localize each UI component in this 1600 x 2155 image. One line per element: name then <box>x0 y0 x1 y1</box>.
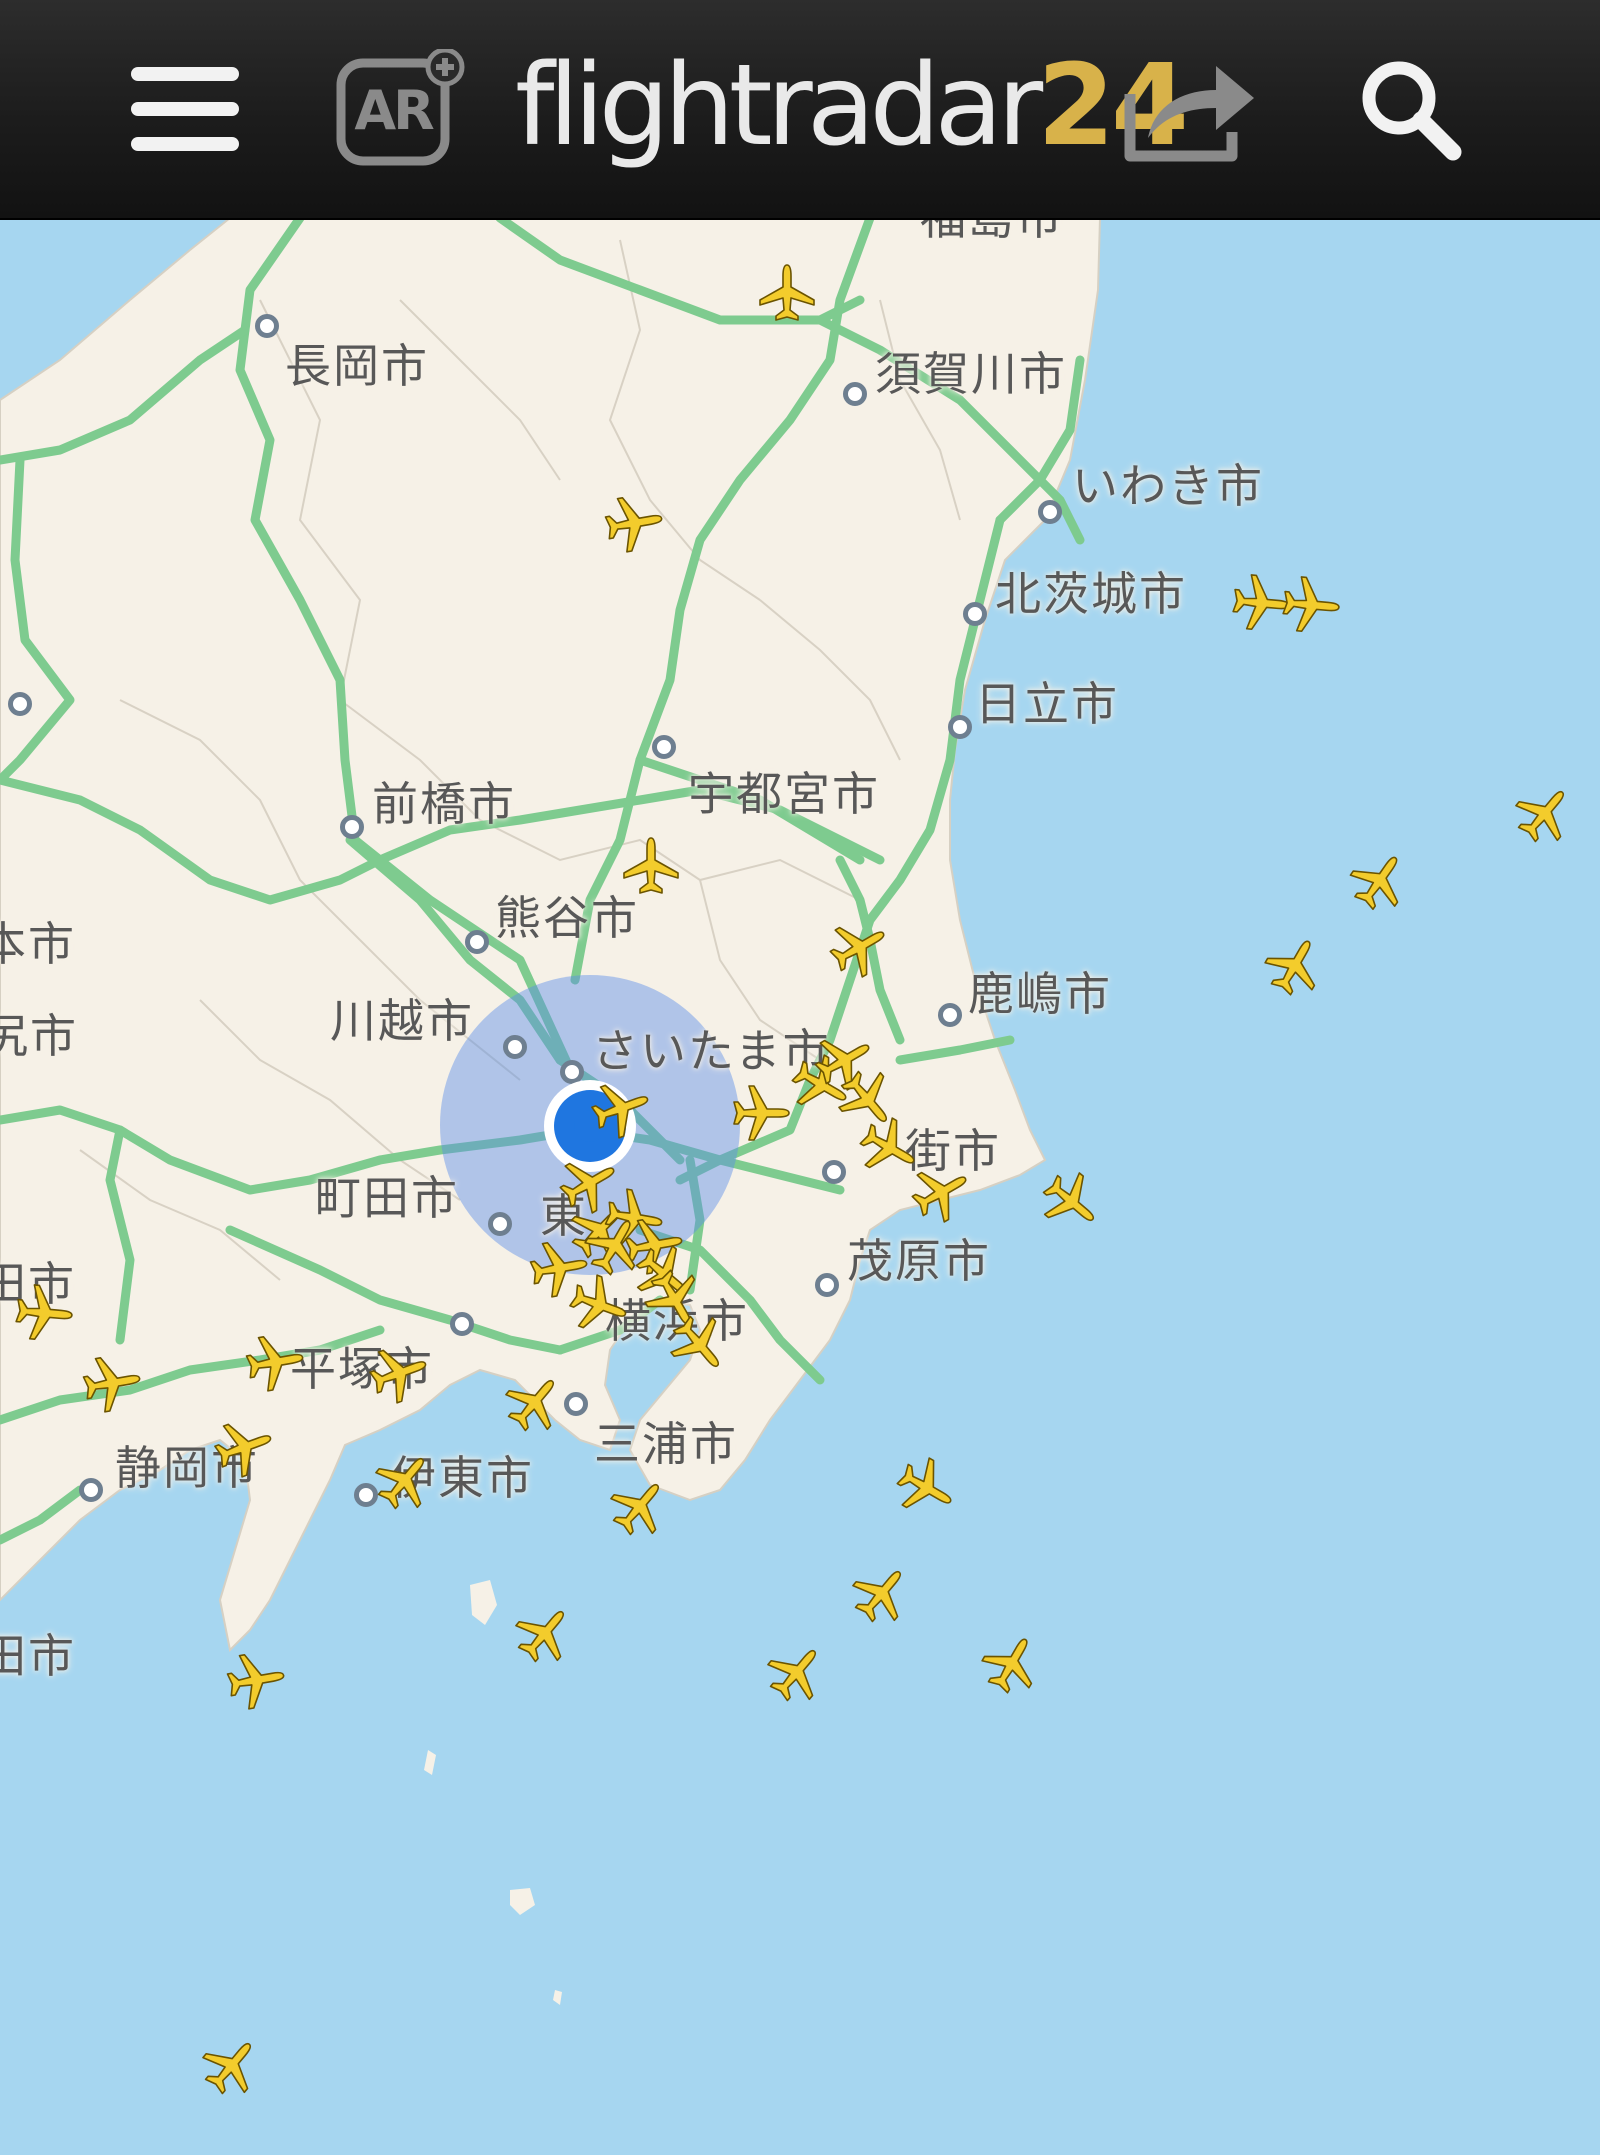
plane-icon[interactable] <box>756 261 818 323</box>
menu-button[interactable] <box>110 0 260 218</box>
city-label-sukagawa: 須賀川市 <box>875 347 1067 401</box>
city-label-kawagoe: 川越市 <box>330 994 474 1048</box>
plane-icon[interactable] <box>1281 574 1343 636</box>
city-dot-utsunomiya <box>652 735 676 759</box>
city-dot-iwaki <box>1038 500 1062 524</box>
plane-icon[interactable] <box>82 1352 144 1414</box>
city-label-maebashi: 前橋市 <box>372 777 516 831</box>
city-dot-hitachi <box>948 715 972 739</box>
plane-icon[interactable] <box>245 1331 307 1393</box>
plane-icon[interactable] <box>559 1152 621 1214</box>
plane-icon[interactable] <box>1514 782 1576 844</box>
city-label-mobara: 茂原市 <box>847 1234 991 1288</box>
plane-icon[interactable] <box>584 1214 646 1276</box>
plane-icon[interactable] <box>609 1475 671 1537</box>
plane-icon[interactable] <box>369 1342 431 1404</box>
plane-icon[interactable] <box>1041 1171 1103 1233</box>
plane-icon[interactable] <box>829 916 891 978</box>
city-dot-hiratsuka <box>450 1312 474 1336</box>
plane-icon[interactable] <box>851 1562 913 1624</box>
city-dot-shizuoka <box>79 1478 103 1502</box>
search-icon <box>1362 61 1462 161</box>
city-label-iwaki: いわき市 <box>1072 459 1264 513</box>
city-dot-left <box>8 692 32 716</box>
logo-text: flightradar <box>515 41 1043 171</box>
plane-icon[interactable] <box>201 2034 263 2096</box>
ar-label: AR <box>354 79 434 142</box>
city-label-utsunomiya: 宇都宮市 <box>688 767 880 821</box>
city-label-miura: 三浦市 <box>594 1417 738 1471</box>
plane-icon[interactable] <box>514 1602 576 1664</box>
city-dot-kawagoe <box>503 1035 527 1059</box>
city-label-kitaibaraki: 北茨城市 <box>995 567 1187 621</box>
share-button[interactable] <box>1115 0 1265 218</box>
ar-icon: AR <box>335 49 465 169</box>
city-label-kumagaya: 熊谷市 <box>495 891 639 945</box>
city-dot-nagaoka <box>255 314 279 338</box>
menu-icon <box>131 67 239 151</box>
plane-icon[interactable] <box>226 1649 288 1711</box>
flight-map[interactable]: 長岡市 須賀川市 いわき市 北茨城市 日立市 宇都宮市 前橋市 熊谷市 川越市 … <box>0 0 1600 2155</box>
city-dot-maebashi <box>340 815 364 839</box>
top-bar: AR flightradar 24 <box>0 0 1600 220</box>
city-dot-machida <box>488 1212 512 1236</box>
plane-icon[interactable] <box>911 1161 973 1223</box>
city-dot-kitaibaraki <box>963 602 987 626</box>
city-label-left-2: 尻市 <box>0 1009 78 1063</box>
city-label-hitachi: 日立市 <box>975 677 1119 731</box>
city-label-kashima: 鹿嶋市 <box>968 967 1112 1021</box>
city-dot-sukagawa <box>843 382 867 406</box>
city-label-left-1: 本市 <box>0 917 76 971</box>
city-label-nagaoka: 長岡市 <box>285 339 429 393</box>
plane-icon[interactable] <box>14 1282 76 1344</box>
app-logo: flightradar 24 <box>515 41 1189 171</box>
city-dot-kumagaya <box>465 930 489 954</box>
app-root: 長岡市 須賀川市 いわき市 北茨城市 日立市 宇都宮市 前橋市 熊谷市 川越市 … <box>0 0 1600 2155</box>
plane-icon[interactable] <box>604 492 666 554</box>
plane-icon[interactable] <box>669 1314 731 1376</box>
city-label-machida: 町田市 <box>315 1171 459 1225</box>
search-button[interactable] <box>1340 0 1480 218</box>
plane-icon[interactable] <box>1349 849 1411 911</box>
ar-view-button[interactable]: AR <box>330 0 470 218</box>
plane-icon[interactable] <box>766 1641 828 1703</box>
share-icon <box>1124 66 1254 162</box>
city-dot-kashima <box>938 1003 962 1027</box>
city-label-left-4: 田市 <box>0 1629 76 1683</box>
plane-icon[interactable] <box>896 1457 958 1519</box>
plane-icon[interactable] <box>504 1371 566 1433</box>
plane-icon[interactable] <box>1264 934 1326 996</box>
city-dot-mobara <box>815 1273 839 1297</box>
plane-icon[interactable] <box>620 834 682 896</box>
plane-icon[interactable] <box>981 1632 1043 1694</box>
plane-icon[interactable] <box>374 1449 436 1511</box>
plane-icon[interactable] <box>214 1416 276 1478</box>
plane-icon[interactable] <box>591 1077 653 1139</box>
city-dot-chiba <box>822 1160 846 1184</box>
